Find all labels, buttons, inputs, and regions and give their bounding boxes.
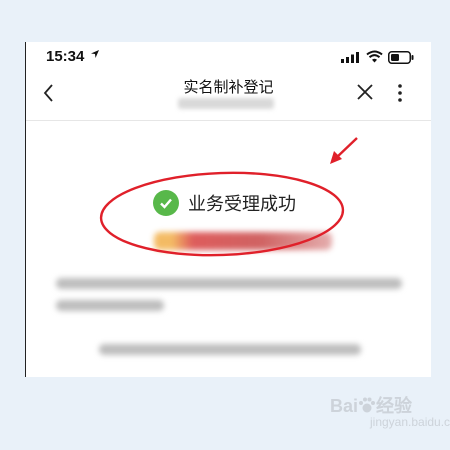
blurred-text-line	[56, 300, 164, 311]
paw-logo-icon	[359, 397, 376, 413]
success-message: 业务受理成功	[153, 190, 296, 216]
status-bar: 15:34	[26, 42, 431, 72]
close-icon[interactable]	[356, 83, 374, 101]
blurred-subtitle	[178, 98, 274, 109]
blurred-text-line	[99, 344, 361, 355]
watermark-brand: Bai	[330, 396, 359, 416]
watermark-site: jingyan.baidu.com	[370, 415, 450, 429]
wifi-icon	[366, 50, 383, 63]
success-text: 业务受理成功	[188, 194, 296, 215]
blurred-text-line	[56, 278, 402, 289]
check-circle-icon	[153, 190, 179, 216]
signal-icon	[341, 52, 359, 63]
watermark-suffix: 经验	[376, 396, 413, 416]
blurred-red-text	[154, 232, 332, 250]
status-time: 15:34	[46, 48, 85, 65]
watermark: Bai 经验 jingyan.baidu.com	[330, 392, 450, 429]
more-vertical-icon[interactable]	[396, 82, 404, 104]
phone-screen: 15:34 实名制补登记 业务受理成功	[25, 42, 431, 377]
location-arrow-icon	[91, 50, 99, 58]
nav-bar: 实名制补登记	[26, 72, 431, 121]
battery-icon	[388, 51, 414, 64]
